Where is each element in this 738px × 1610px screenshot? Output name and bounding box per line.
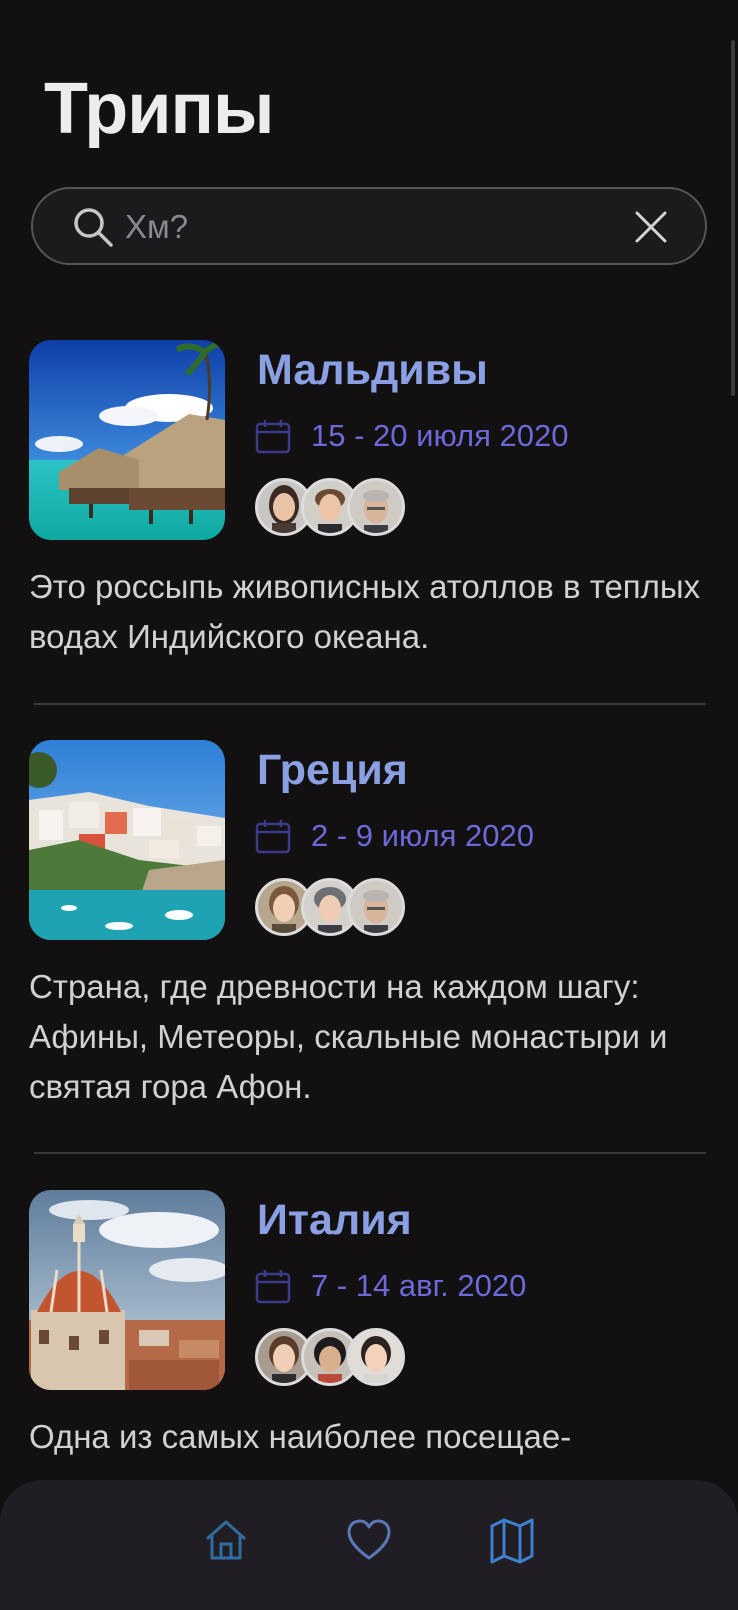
scrollbar[interactable]	[731, 40, 735, 396]
trip-name[interactable]: Италия	[257, 1196, 412, 1245]
divider	[34, 1152, 706, 1154]
participants[interactable]	[255, 1328, 415, 1386]
search-bar	[31, 187, 707, 265]
search-input[interactable]	[125, 203, 605, 251]
calendar-icon	[255, 1270, 291, 1304]
bottom-nav	[0, 1480, 738, 1610]
participants[interactable]	[255, 478, 415, 536]
trip-description: Это россыпь живописных атоллов в теплых …	[29, 568, 701, 655]
avatar[interactable]	[347, 878, 405, 936]
trip-date: 15 - 20 июля 2020	[311, 418, 569, 453]
italy-photo[interactable]	[29, 1190, 225, 1390]
clear-icon[interactable]	[631, 207, 671, 247]
trip-description: Страна, где древности на каждом шагу: Аф…	[29, 968, 668, 1105]
maldives-photo[interactable]	[29, 340, 225, 540]
trip-description: Одна из самых наиболее посещае-	[29, 1418, 572, 1455]
avatar[interactable]	[347, 1328, 405, 1386]
divider	[34, 703, 706, 705]
calendar-icon	[255, 420, 291, 454]
greece-photo[interactable]	[29, 740, 225, 940]
trip-name[interactable]: Мальдивы	[257, 346, 488, 395]
search-icon	[74, 208, 113, 247]
trip-name[interactable]: Греция	[257, 746, 408, 795]
trip-date: 7 - 14 авг. 2020	[311, 1268, 527, 1303]
calendar-icon	[255, 820, 291, 854]
page-title: Трипы	[44, 69, 274, 149]
heart-icon[interactable]	[345, 1516, 393, 1564]
participants[interactable]	[255, 878, 415, 936]
avatar[interactable]	[347, 478, 405, 536]
trip-date: 2 - 9 июля 2020	[311, 818, 534, 853]
home-icon[interactable]	[202, 1516, 250, 1564]
map-icon[interactable]	[488, 1516, 536, 1564]
